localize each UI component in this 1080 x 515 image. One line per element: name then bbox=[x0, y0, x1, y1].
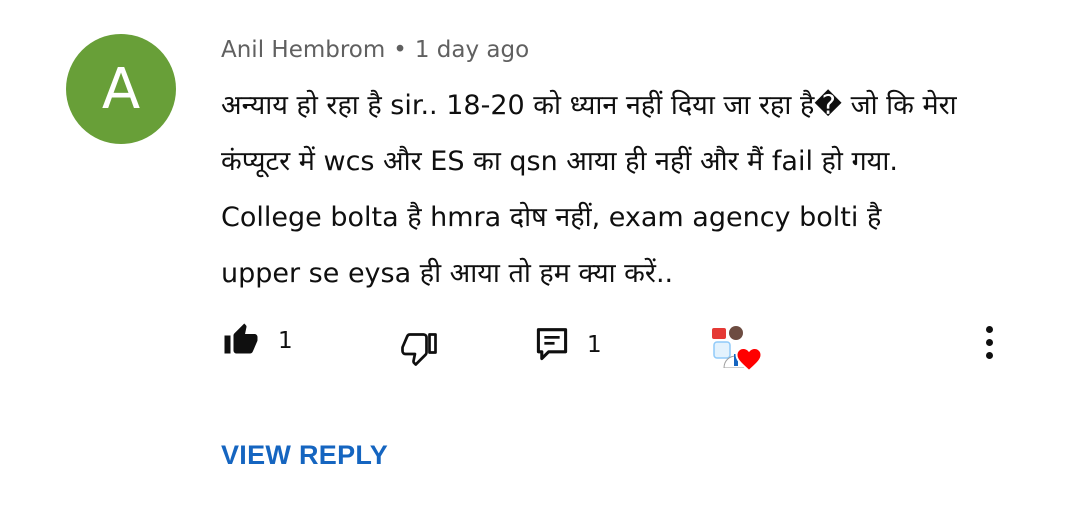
comment-text: अन्याय हो रहा है sir.. 18-20 को ध्यान नह… bbox=[221, 90, 957, 289]
comment-header: Anil Hembrom • 1 day ago bbox=[221, 34, 529, 66]
avatar-letter: A bbox=[101, 56, 141, 122]
action-bar: 1 1 bbox=[0, 318, 1080, 378]
more-dot bbox=[985, 352, 993, 359]
dislike-button[interactable] bbox=[400, 330, 438, 370]
more-vertical-icon[interactable] bbox=[979, 326, 999, 366]
like-count: 1 bbox=[278, 328, 293, 354]
more-dot bbox=[985, 326, 993, 333]
comment-icon bbox=[535, 326, 569, 368]
thumbs-down-icon bbox=[400, 330, 438, 370]
creator-heart bbox=[710, 322, 768, 378]
avatar[interactable]: A bbox=[66, 34, 176, 144]
thumbs-up-icon bbox=[222, 322, 260, 362]
heart-icon bbox=[734, 344, 764, 376]
more-dot bbox=[985, 339, 993, 346]
timestamp: 1 day ago bbox=[414, 37, 530, 63]
author-name[interactable]: Anil Hembrom bbox=[221, 37, 385, 63]
separator-dot: • bbox=[393, 37, 407, 63]
comment-card: A Anil Hembrom • 1 day ago अन्याय हो रहा ह… bbox=[0, 0, 1080, 515]
reply-button[interactable]: 1 bbox=[535, 326, 602, 368]
reply-count: 1 bbox=[587, 332, 602, 358]
view-reply-link[interactable]: VIEW REPLY bbox=[221, 440, 388, 471]
like-button[interactable]: 1 bbox=[222, 322, 293, 362]
